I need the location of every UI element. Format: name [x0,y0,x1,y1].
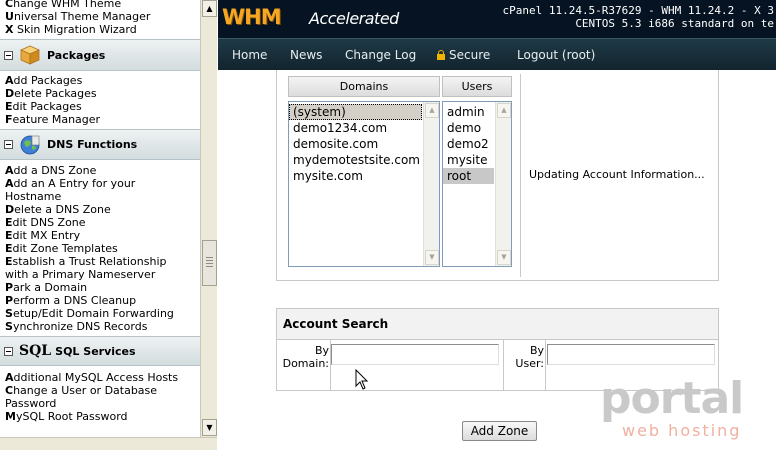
sidebar-scrollbar[interactable]: ▲ ▼ [200,0,217,437]
scrollbar-thumb[interactable] [202,240,217,286]
users-listbox[interactable]: admin demo demo2 mysite root ▲ ▼ [442,101,512,267]
package-box-icon [17,42,43,68]
sidebar: Change WHM Theme Universal Theme Manager… [0,0,200,437]
sidebar-link-establish-trust[interactable]: Establish a Trust Relationship [0,255,200,268]
nav-home[interactable]: Home [232,48,267,62]
nav-logout[interactable]: Logout (root) [517,48,595,62]
sidebar-link-delete-dns-zone[interactable]: Delete a DNS Zone [0,203,200,216]
sidebar-link-feature-manager[interactable]: Feature Manager [0,113,200,126]
sidebar-link-add-packages[interactable]: Add Packages [0,74,200,87]
section-title-sql-services: SQL Services [55,344,136,358]
header-bar: WHM Accelerated cPanel 11.24.5-R37629 - … [218,0,776,38]
status-message: Updating Account Information... [529,168,705,181]
sidebar-link-change-db-password[interactable]: Change a User or Database [0,384,200,397]
sidebar-link-skin-migration-wizard[interactable]: X Skin Migration Wizard [0,23,200,36]
lock-icon [437,50,445,60]
domains-scrollbar[interactable]: ▲ ▼ [423,102,439,266]
sidebar-link-sync-dns-records[interactable]: Synchronize DNS Records [0,320,200,333]
by-domain-label: By Domain: [282,344,329,370]
sidebar-link-edit-zone-templates[interactable]: Edit Zone Templates [0,242,200,255]
nav-news[interactable]: News [290,48,322,62]
section-title-packages: Packages [47,48,106,62]
user-option[interactable]: root [443,168,494,184]
server-info: CENTOS 5.3 i686 standard on te [575,17,774,30]
version-info: cPanel 11.24.5-R37629 - WHM 11.24.2 - X … [502,4,774,17]
watermark-subtitle: web hosting [622,421,742,440]
sidebar-link-delete-packages[interactable]: Delete Packages [0,87,200,100]
mouse-pointer-icon [355,369,369,390]
scroll-up-arrow-icon[interactable]: ▲ [425,103,439,118]
sidebar-link-park-domain[interactable]: Park a Domain [0,281,200,294]
domain-option[interactable]: demo1234.com [289,120,439,136]
section-header-sql-services[interactable]: SQL SQL Services [0,336,200,366]
scroll-down-arrow-icon[interactable]: ▼ [497,250,511,265]
sidebar-link-change-whm-theme[interactable]: Change WHM Theme [0,0,200,10]
sidebar-link-mysql-access-hosts[interactable]: Additional MySQL Access Hosts [0,371,200,384]
scroll-down-arrow-icon[interactable]: ▼ [202,419,217,436]
add-zone-button[interactable]: Add Zone [462,421,537,441]
account-search-title: Account Search [277,309,718,340]
domains-listbox[interactable]: (system) demo1234.com demosite.com mydem… [288,101,440,267]
scroll-up-arrow-icon[interactable]: ▲ [202,0,217,17]
sidebar-link-edit-dns-zone[interactable]: Edit DNS Zone [0,216,200,229]
domain-option[interactable]: demosite.com [289,136,439,152]
users-scrollbar[interactable]: ▲ ▼ [495,102,511,266]
whm-logo-subtitle: Accelerated [309,9,399,28]
sidebar-link-universal-theme-manager[interactable]: Universal Theme Manager [0,10,200,23]
zone-selection-panel: Domains Users (system) demo1234.com demo… [276,70,719,281]
main-content: WHM Accelerated cPanel 11.24.5-R37629 - … [218,0,776,450]
sidebar-link-add-dns-zone[interactable]: Add a DNS Zone [0,164,200,177]
nav-change-log[interactable]: Change Log [345,48,416,62]
domains-column-header: Domains [288,76,440,97]
section-header-packages[interactable]: Packages [0,39,200,71]
domain-option[interactable]: mysite.com [289,168,439,184]
globe-icon [17,132,43,158]
section-header-dns-functions[interactable]: DNS Functions [0,129,200,160]
scroll-down-arrow-icon[interactable]: ▼ [425,250,439,265]
sidebar-link-edit-packages[interactable]: Edit Packages [0,100,200,113]
nav-secure[interactable]: Secure [437,48,490,62]
sql-icon: SQL [19,343,52,359]
sidebar-link-domain-forwarding[interactable]: Setup/Edit Domain Forwarding [0,307,200,320]
collapse-icon[interactable] [4,140,13,149]
sidebar-link-add-a-entry-cont[interactable]: Hostname [0,190,200,203]
sidebar-link-establish-trust-cont[interactable]: with a Primary Nameserver [0,268,200,281]
section-title-dns-functions: DNS Functions [47,138,138,151]
domain-option[interactable]: (system) [289,104,422,120]
domain-option[interactable]: mydemotestsite.com [289,152,439,168]
collapse-icon[interactable] [4,50,13,60]
sidebar-link-dns-cleanup[interactable]: Perform a DNS Cleanup [0,294,200,307]
nav-bar: Home News Change Log Secure Logout (root… [218,38,776,70]
sidebar-link-mysql-root-password[interactable]: MySQL Root Password [0,410,200,423]
sidebar-link-add-a-entry[interactable]: Add an A Entry for your [0,177,200,190]
by-user-label: By User: [515,344,544,370]
whm-logo: WHM [222,5,282,29]
sidebar-link-change-db-password-cont[interactable]: Password [0,397,200,410]
search-domain-input[interactable] [331,344,499,365]
horizontal-scrollbar[interactable] [0,437,217,450]
scroll-up-arrow-icon[interactable]: ▲ [497,103,511,118]
collapse-icon[interactable] [4,346,13,356]
search-user-input[interactable] [547,344,715,365]
users-column-header: Users [442,76,512,97]
sidebar-link-edit-mx-entry[interactable]: Edit MX Entry [0,229,200,242]
watermark-logo: portal [600,373,744,424]
